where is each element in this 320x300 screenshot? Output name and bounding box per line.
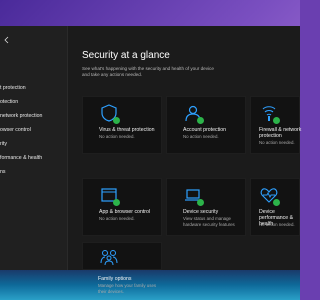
- tile-family-status: Manage how your family uses their device…: [98, 283, 157, 294]
- tile-status: No action needed.: [99, 216, 135, 221]
- sidebar-item-label: t protection: [0, 85, 26, 91]
- sidebar-item-label: otection: [0, 99, 19, 105]
- sidebar: t protection otection network protection…: [0, 26, 68, 270]
- tile-family[interactable]: [82, 242, 162, 270]
- tile-account[interactable]: Account protection No action needed.: [166, 96, 246, 154]
- tile-status: No action needed.: [259, 140, 295, 145]
- tile-firewall[interactable]: Firewall & network protection No action …: [250, 96, 302, 154]
- tile-family-title: Family options: [98, 276, 132, 282]
- tile-title: Account protection: [183, 127, 226, 133]
- security-window: t protection otection network protection…: [0, 26, 302, 294]
- tile-status: No action needed.: [259, 222, 295, 227]
- tile-status: No action needed.: [99, 134, 135, 139]
- sidebar-item-device-security[interactable]: rity: [0, 138, 66, 150]
- main-content: Security at a glance See what's happenin…: [68, 26, 302, 294]
- sidebar-item-label: rity: [0, 141, 7, 147]
- check-icon: [273, 199, 280, 206]
- page-title: Security at a glance: [82, 50, 170, 61]
- tile-performance[interactable]: Device performance & health No action ne…: [250, 178, 300, 236]
- sidebar-item-app-browser[interactable]: owser control: [0, 124, 66, 136]
- family-icon: [99, 247, 119, 267]
- tile-virus-threat[interactable]: Virus & threat protection No action need…: [82, 96, 162, 154]
- tile-app-browser[interactable]: App & browser control No action needed.: [82, 178, 162, 236]
- back-arrow-icon[interactable]: [2, 32, 12, 44]
- sidebar-item-virus-threat[interactable]: t protection: [0, 82, 66, 94]
- tile-title: Device security: [183, 209, 219, 215]
- tile-status: No action needed.: [183, 134, 219, 139]
- check-icon: [273, 117, 280, 124]
- tile-title: App & browser control: [99, 209, 151, 215]
- tile-title: Firewall & network protection: [259, 127, 302, 139]
- page-subtitle: See what's happening with the security a…: [82, 66, 214, 77]
- sidebar-item-label: network protection: [0, 113, 43, 119]
- check-icon: [113, 117, 120, 124]
- sidebar-item-label: formance & health: [0, 155, 43, 161]
- check-icon: [113, 199, 120, 206]
- sidebar-item-label: owser control: [0, 127, 31, 133]
- sidebar-item-family[interactable]: ns: [0, 166, 66, 178]
- sidebar-item-account[interactable]: otection: [0, 96, 66, 108]
- sidebar-item-label: ns: [0, 169, 6, 175]
- sidebar-item-performance[interactable]: formance & health: [0, 152, 66, 164]
- tile-device-security[interactable]: Device security View status and manage h…: [166, 178, 246, 236]
- check-icon: [197, 199, 204, 206]
- tile-title: Virus & threat protection: [99, 127, 155, 133]
- check-icon: [197, 117, 204, 124]
- sidebar-item-firewall[interactable]: network protection: [0, 110, 66, 122]
- tile-status: View status and manage hardware security…: [183, 216, 235, 227]
